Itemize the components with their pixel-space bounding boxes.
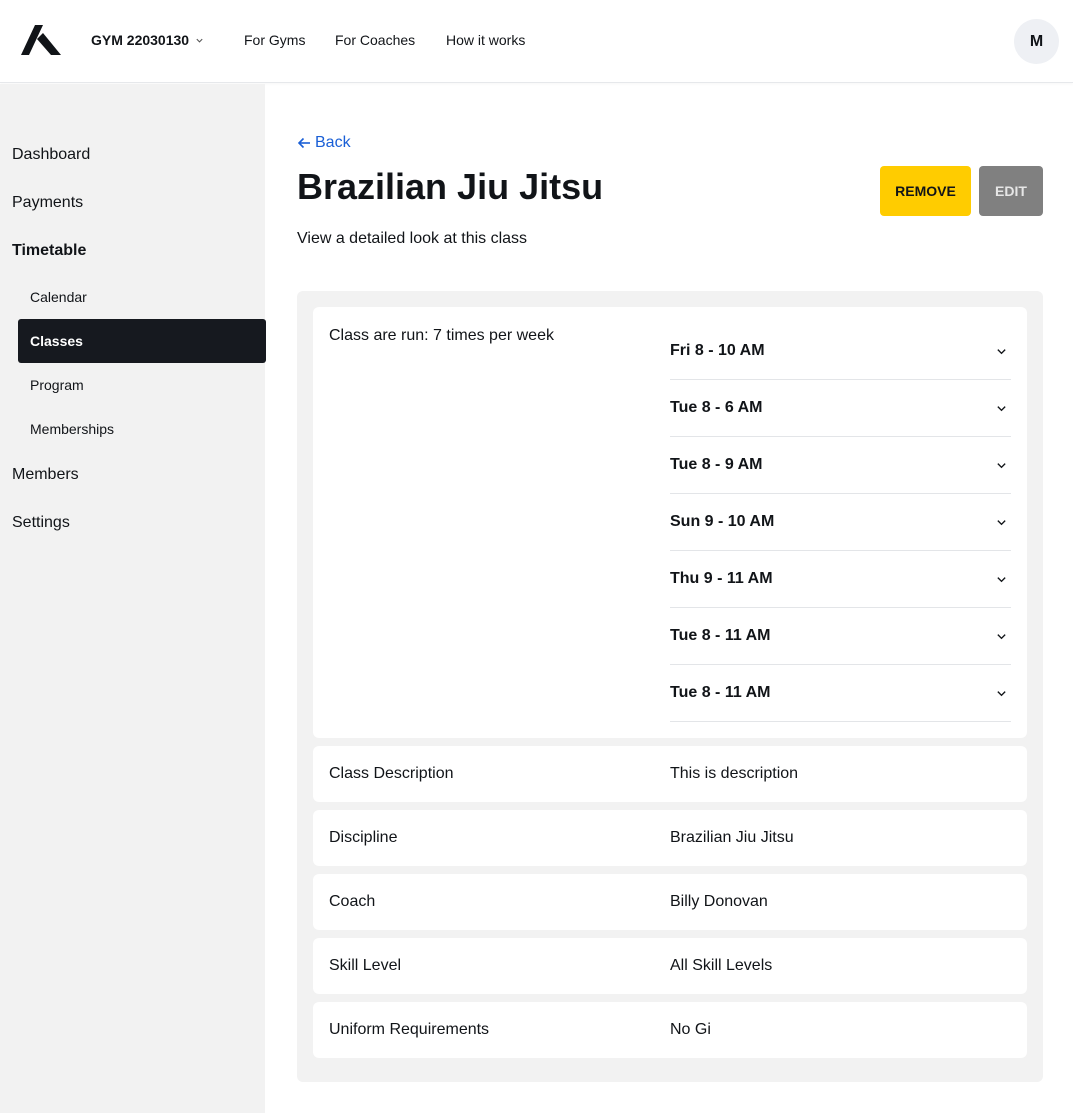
chevron-down-icon <box>997 690 1006 696</box>
detail-value: Billy Donovan <box>670 893 768 910</box>
detail-row-discipline: Discipline Brazilian Jiu Jitsu <box>313 810 1027 866</box>
logo-icon[interactable] <box>21 25 61 55</box>
page-subtitle: View a detailed look at this class <box>297 230 528 247</box>
detail-label: Coach <box>329 893 376 910</box>
sidebar-item-timetable[interactable]: Timetable <box>12 242 86 260</box>
schedule-time: Sun 9 - 10 AM <box>670 513 775 530</box>
detail-label: Uniform Requirements <box>329 1021 490 1038</box>
schedule-time: Tue 8 - 6 AM <box>670 399 763 416</box>
detail-value: All Skill Levels <box>670 957 773 974</box>
sidebar-item-calendar[interactable]: Calendar <box>18 275 266 319</box>
chevron-down-icon <box>997 348 1006 354</box>
detail-row-coach: Coach Billy Donovan <box>313 874 1027 930</box>
chevron-down-icon <box>997 576 1006 582</box>
schedule-row[interactable]: Tue 8 - 11 AM <box>670 665 1011 722</box>
page-title: Brazilian Jiu Jitsu <box>297 166 604 207</box>
schedule-card: Class are run: 7 times per week Fri 8 - … <box>313 307 1027 738</box>
class-details-panel: Class are run: 7 times per week Fri 8 - … <box>297 291 1043 1082</box>
sidebar-item-payments[interactable]: Payments <box>12 194 83 212</box>
detail-value: Brazilian Jiu Jitsu <box>670 829 794 846</box>
top-navbar: GYM 22030130 For Gyms For Coaches How it… <box>0 0 1073 83</box>
sidebar-item-classes[interactable]: Classes <box>18 319 266 363</box>
schedule-time: Tue 8 - 11 AM <box>670 627 771 644</box>
avatar[interactable]: M <box>1014 19 1059 64</box>
schedule-row[interactable]: Fri 8 - 10 AM <box>670 323 1011 380</box>
chevron-down-icon <box>997 633 1006 639</box>
chevron-down-icon <box>997 462 1006 468</box>
chevron-down-icon <box>196 38 203 43</box>
schedule-row[interactable]: Tue 8 - 9 AM <box>670 437 1011 494</box>
remove-button[interactable]: REMOVE <box>880 166 971 216</box>
gym-name: GYM 22030130 <box>91 32 190 48</box>
schedule-row[interactable]: Sun 9 - 10 AM <box>670 494 1011 551</box>
schedule-row[interactable]: Tue 8 - 11 AM <box>670 608 1011 665</box>
sidebar: Dashboard Payments Timetable Calendar Cl… <box>0 84 266 1113</box>
nav-for-gyms[interactable]: For Gyms <box>244 32 305 48</box>
schedule-time: Tue 8 - 9 AM <box>670 456 763 473</box>
schedule-time: Fri 8 - 10 AM <box>670 342 765 359</box>
detail-row-skill-level: Skill Level All Skill Levels <box>313 938 1027 994</box>
detail-label: Skill Level <box>329 957 402 974</box>
detail-value: This is description <box>670 765 799 782</box>
schedule-label: Class are run: 7 times per week <box>329 327 554 344</box>
back-link[interactable]: Back <box>297 134 351 152</box>
detail-value: No Gi <box>670 1021 711 1038</box>
schedule-list: Fri 8 - 10 AM Tue 8 - 6 AM Tue 8 - 9 AM … <box>670 323 1011 722</box>
detail-label: Class Description <box>329 765 454 782</box>
gym-selector[interactable]: GYM 22030130 <box>91 32 204 48</box>
sidebar-item-dashboard[interactable]: Dashboard <box>12 146 90 164</box>
detail-row-description: Class Description This is description <box>313 746 1027 802</box>
chevron-down-icon <box>997 405 1006 411</box>
sidebar-item-program[interactable]: Program <box>18 363 266 407</box>
sidebar-item-settings[interactable]: Settings <box>12 514 70 532</box>
schedule-time: Thu 9 - 11 AM <box>670 570 773 587</box>
chevron-down-icon <box>997 519 1006 525</box>
sidebar-item-members[interactable]: Members <box>12 466 79 484</box>
arrow-left-icon <box>297 137 310 149</box>
detail-row-uniform: Uniform Requirements No Gi <box>313 1002 1027 1058</box>
schedule-time: Tue 8 - 11 AM <box>670 684 771 701</box>
sidebar-item-memberships[interactable]: Memberships <box>18 407 266 451</box>
edit-button[interactable]: EDIT <box>979 166 1043 216</box>
nav-how-it-works[interactable]: How it works <box>446 32 525 48</box>
nav-for-coaches[interactable]: For Coaches <box>335 32 415 48</box>
schedule-row[interactable]: Thu 9 - 11 AM <box>670 551 1011 608</box>
detail-label: Discipline <box>329 829 398 846</box>
back-label: Back <box>315 134 351 151</box>
schedule-row[interactable]: Tue 8 - 6 AM <box>670 380 1011 437</box>
